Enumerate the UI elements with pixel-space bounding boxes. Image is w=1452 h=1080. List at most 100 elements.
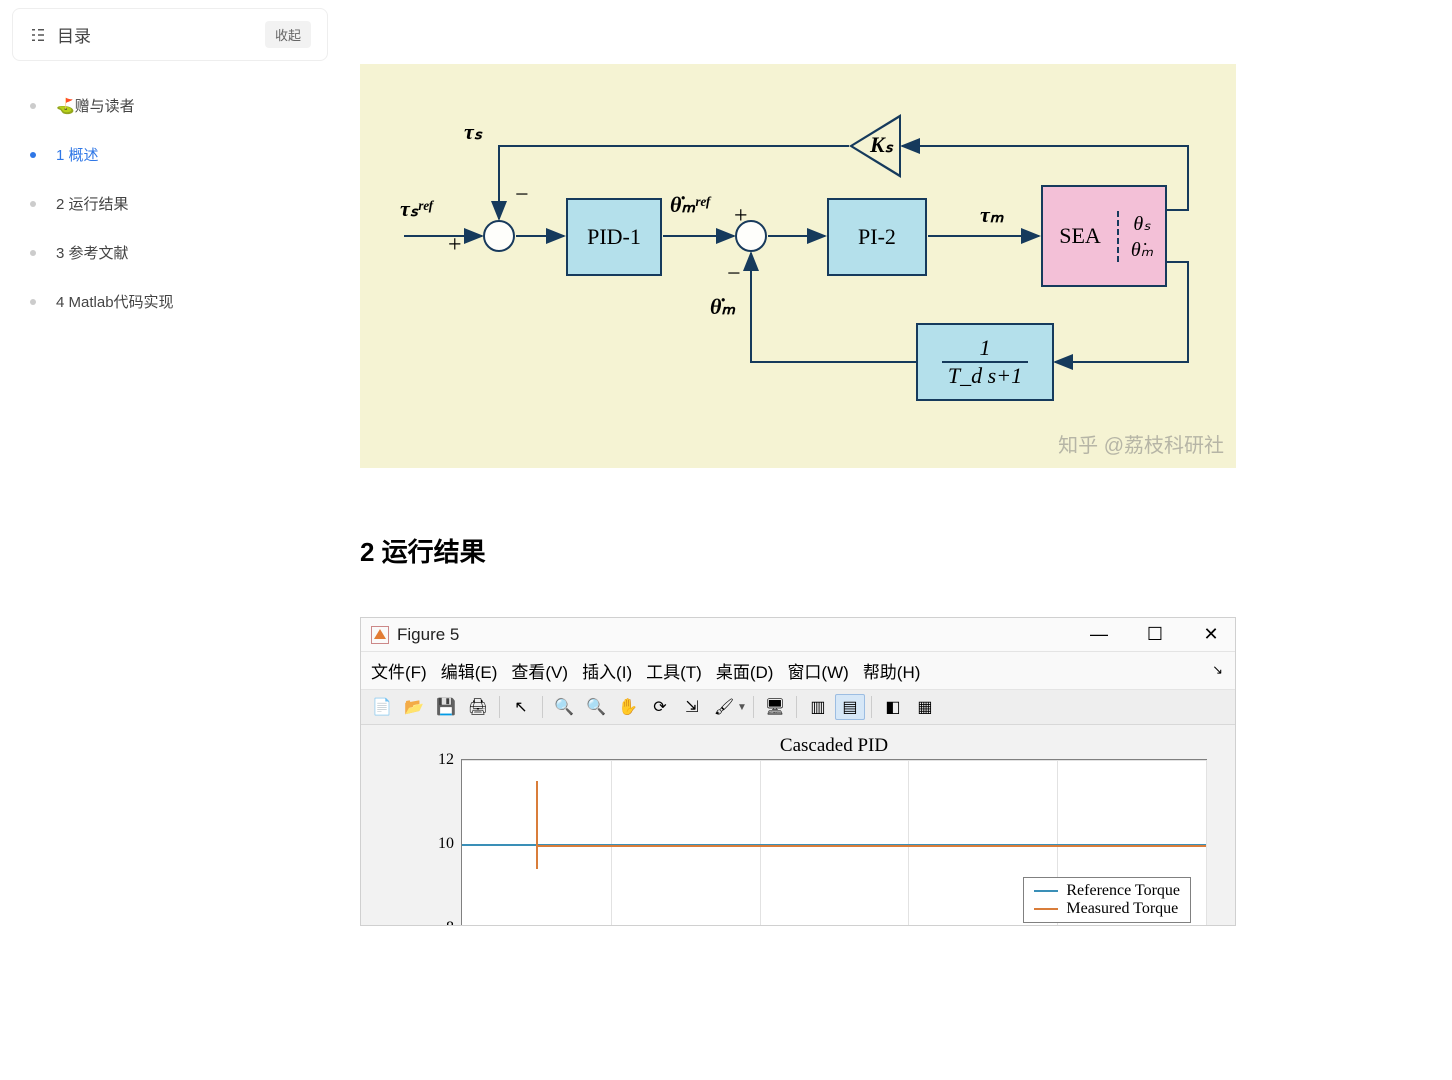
menu-item[interactable]: 查看(V) — [511, 658, 568, 683]
menubar-overflow-icon[interactable]: ↘ — [1212, 662, 1223, 678]
window-close-button[interactable]: ✕ — [1197, 624, 1225, 645]
menu-item[interactable]: 插入(I) — [582, 658, 632, 683]
toc-collapse-button[interactable]: 收起 — [265, 21, 311, 48]
y-tick-label: 8 — [446, 919, 454, 925]
menu-item[interactable]: 文件(F) — [371, 658, 427, 683]
gridline-vertical — [611, 760, 612, 925]
window-titlebar: Figure 5 — ☐ ✕ — [361, 618, 1235, 651]
menu-item[interactable]: 工具(T) — [646, 658, 702, 683]
signal-tau-s-ref: τₛʳᵉᶠ — [400, 196, 433, 222]
signal-tau-s: τₛ — [464, 119, 482, 145]
plot-title: Cascaded PID — [461, 735, 1207, 757]
toc-item[interactable]: 4 Matlab代码实现 — [22, 281, 328, 322]
plot-area: Cascaded PID 12 10 8 Reference TorqueMeasu… — [361, 725, 1235, 925]
toc-bullet-icon — [30, 201, 36, 207]
zoom-out-button[interactable]: 🔍 — [581, 694, 611, 720]
toc-list: ⛳赠与读者 1 概述 2 运行结果 3 参考文献 4 Matlab代码实现 — [12, 61, 328, 322]
delay-numerator: 1 — [980, 335, 991, 361]
window-maximize-button[interactable]: ☐ — [1141, 624, 1169, 645]
toolbar: 📄📂💾🖨↖🔍🔍✋⟳⇲🖌▼🖥▥▤◧▦ — [361, 690, 1235, 725]
menu-item[interactable]: 编辑(E) — [441, 658, 498, 683]
toc-item[interactable]: 1 概述 — [22, 134, 328, 175]
show-plot-tools-right-button[interactable]: ▤ — [835, 694, 865, 720]
summing-junction-1 — [483, 220, 515, 252]
sign-minus-1: − — [515, 182, 529, 209]
menu-item[interactable]: 帮助(H) — [863, 658, 921, 683]
legend-swatch-icon — [1034, 908, 1058, 910]
brush-dropdown-icon[interactable]: ▼ — [737, 702, 747, 713]
block-delay: 1 T_d s+1 — [916, 323, 1054, 401]
sea-output-thetadot-m: θ̇ₘ — [1119, 236, 1165, 262]
toc-bullet-icon — [30, 299, 36, 305]
open-file-button[interactable]: 📂 — [399, 694, 429, 720]
show-plot-tools-left-button[interactable]: ▥ — [803, 694, 833, 720]
signal-thetadot-m: θ̇ₘ — [710, 294, 735, 320]
matlab-logo-icon — [371, 626, 389, 644]
plot-legend: Reference TorqueMeasured Torque — [1023, 877, 1191, 923]
window-minimize-button[interactable]: — — [1085, 624, 1113, 645]
gridline-vertical — [908, 760, 909, 925]
block-sea: SEA θₛ θ̇ₘ — [1041, 185, 1167, 287]
save-file-button[interactable]: 💾 — [431, 694, 461, 720]
block-diagram: PID-1 PI-2 SEA θₛ θ̇ₘ 1 T_d s+1 Kₛ τₛʳᵉᶠ… — [360, 64, 1236, 468]
gridline-vertical — [760, 760, 761, 925]
print-button[interactable]: 🖨 — [463, 694, 493, 720]
legend-label: Measured Torque — [1066, 900, 1178, 918]
toc-item-label: 4 Matlab代码实现 — [56, 291, 174, 312]
toc-item-label: 3 参考文献 — [56, 242, 129, 263]
block-pi2: PI-2 — [827, 198, 927, 276]
toc-bullet-icon — [30, 103, 36, 109]
legend-swatch-icon — [1034, 890, 1058, 892]
watermark: 知乎 @荔枝科研社 — [1058, 429, 1224, 458]
window-title: Figure 5 — [397, 625, 459, 645]
toc-item[interactable]: 2 运行结果 — [22, 183, 328, 224]
tile-button[interactable]: ▦ — [910, 694, 940, 720]
block-sea-label: SEA — [1043, 223, 1117, 249]
toolbar-separator — [499, 696, 500, 718]
sign-plus-2: + — [734, 203, 748, 230]
toc-bullet-icon — [30, 250, 36, 256]
rotate-3d-button[interactable]: ⟳ — [645, 694, 675, 720]
block-pid1: PID-1 — [566, 198, 662, 276]
gridline — [462, 760, 1206, 761]
menubar: 文件(F) 编辑(E) 查看(V) 插入(I) 工具(T) 桌面(D) 窗口(W) 帮助(H)… — [361, 651, 1235, 690]
gain-label: Kₛ — [870, 132, 893, 158]
y-tick-label: 10 — [438, 835, 454, 853]
toc-bullet-icon — [30, 152, 36, 158]
sign-plus-1: + — [448, 232, 462, 259]
brush-button[interactable]: 🖌 — [709, 694, 739, 720]
measured-torque-line — [536, 845, 1206, 847]
pan-hand-button[interactable]: ✋ — [613, 694, 643, 720]
legend-entry: Measured Torque — [1034, 900, 1180, 918]
data-cursor-button[interactable]: ⇲ — [677, 694, 707, 720]
y-tick-label: 12 — [438, 751, 454, 769]
section-2-heading: 2 运行结果 — [360, 532, 1452, 569]
toolbar-separator — [542, 696, 543, 718]
pointer-button[interactable]: ↖ — [506, 694, 536, 720]
sea-output-theta-s: θₛ — [1119, 211, 1165, 236]
zoom-in-button[interactable]: 🔍 — [549, 694, 579, 720]
toc-title: 目录 — [57, 22, 91, 47]
toolbar-separator — [871, 696, 872, 718]
gridline-vertical — [1206, 760, 1207, 925]
matlab-figure-window: Figure 5 — ☐ ✕ 文件(F) 编辑(E) 查看(V) 插入(I) 工具(T)… — [360, 617, 1236, 926]
toolbar-separator — [753, 696, 754, 718]
toc-item-label: 2 运行结果 — [56, 193, 129, 214]
toc-item[interactable]: 3 参考文献 — [22, 232, 328, 273]
new-file-button[interactable]: 📄 — [367, 694, 397, 720]
link-axes-button[interactable]: 🖥 — [760, 694, 790, 720]
delay-denominator: T_d s+1 — [942, 361, 1028, 389]
toolbar-separator — [796, 696, 797, 718]
dock-button[interactable]: ◧ — [878, 694, 908, 720]
signal-thetadot-m-ref: θ̇ₘʳᵉᶠ — [670, 192, 710, 218]
menu-item[interactable]: 桌面(D) — [716, 658, 774, 683]
toc-item-label: 1 概述 — [56, 144, 99, 165]
toc-item[interactable]: ⛳赠与读者 — [22, 85, 328, 126]
signal-tau-m: τₘ — [980, 202, 1003, 228]
toc-icon — [29, 26, 47, 44]
menu-item[interactable]: 窗口(W) — [787, 658, 848, 683]
toc-header: 目录 收起 — [12, 8, 328, 61]
sign-minus-2: − — [727, 261, 741, 288]
legend-label: Reference Torque — [1066, 882, 1180, 900]
toc-item-label: ⛳赠与读者 — [56, 95, 135, 116]
